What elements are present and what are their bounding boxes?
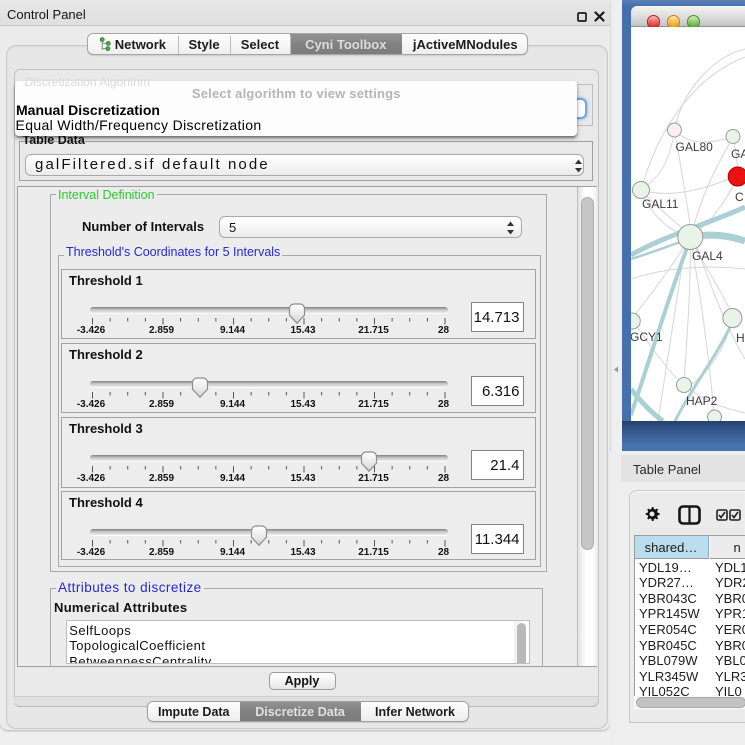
svg-text:GCY1: GCY1 xyxy=(631,330,663,344)
svg-text:HAP2: HAP2 xyxy=(686,394,718,408)
svg-text:GAL4: GAL4 xyxy=(692,249,723,263)
svg-text:GA: GA xyxy=(731,147,745,161)
svg-text:H: H xyxy=(736,331,745,345)
svg-text:C: C xyxy=(735,190,744,204)
svg-text:GAL80: GAL80 xyxy=(676,140,714,154)
svg-text:GAL11: GAL11 xyxy=(642,197,679,211)
